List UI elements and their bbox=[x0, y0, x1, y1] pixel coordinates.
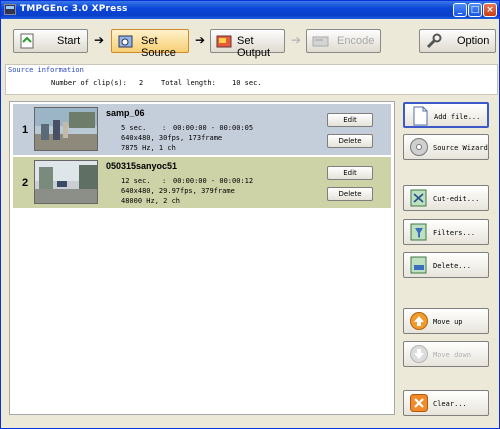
encode-step-label: Encode bbox=[337, 35, 375, 47]
clip-range: 00:00:00 - 00:00:05 bbox=[173, 124, 254, 132]
move-down-button[interactable]: Move down bbox=[403, 341, 489, 367]
arrow-up-icon bbox=[410, 312, 428, 330]
delete-file-label: Delete... bbox=[433, 262, 471, 270]
clip-duration: 12 sec. bbox=[121, 177, 151, 185]
filters-label: Filters... bbox=[433, 229, 476, 237]
set-source-step-button[interactable]: Set Source bbox=[111, 29, 189, 59]
source-information-group: Source information Number of clip(s): 2 … bbox=[5, 64, 498, 95]
clip-index: 1 bbox=[22, 124, 29, 136]
clip-thumbnail bbox=[34, 160, 98, 204]
cut-edit-icon bbox=[410, 189, 427, 207]
delete-button[interactable]: Delete bbox=[327, 187, 373, 201]
encode-icon bbox=[312, 36, 329, 47]
clip-separator: : bbox=[162, 124, 167, 132]
wrench-icon bbox=[426, 33, 442, 49]
delete-file-button[interactable]: Delete... bbox=[403, 252, 489, 278]
clip-thumbnail bbox=[34, 107, 98, 151]
clip-list[interactable]: 1 samp_06 5 sec. : 00:00:00 - 00:00:05 6… bbox=[9, 101, 395, 415]
arrow-icon: ➔ bbox=[291, 33, 302, 47]
clip-count-label: Number of clip(s): bbox=[51, 79, 127, 87]
edit-button[interactable]: Edit bbox=[327, 166, 373, 180]
add-file-label: Add file... bbox=[434, 113, 481, 121]
window-title: TMPGEnc 3.0 XPress bbox=[20, 4, 128, 14]
total-length-label: Total length: bbox=[161, 79, 216, 87]
close-button[interactable]: × bbox=[483, 3, 497, 17]
document-icon bbox=[20, 33, 34, 49]
clip-audio-info: 7875 Hz, 1 ch bbox=[121, 144, 176, 152]
output-icon bbox=[216, 35, 232, 48]
filters-button[interactable]: Filters... bbox=[403, 219, 489, 245]
clip-video-info: 640x480, 30fps, 173frame bbox=[121, 134, 223, 142]
arrow-icon: ➔ bbox=[94, 33, 105, 47]
clip-duration: 5 sec. bbox=[121, 124, 147, 132]
app-window: TMPGEnc 3.0 XPress _ □ × Start ➔ Set Sou… bbox=[0, 0, 500, 429]
add-file-button[interactable]: Add file... bbox=[403, 102, 489, 128]
clip-index: 2 bbox=[22, 177, 29, 189]
clip-audio-info: 48000 Hz, 2 ch bbox=[121, 197, 181, 205]
edit-button[interactable]: Edit bbox=[327, 113, 373, 127]
move-up-button[interactable]: Move up bbox=[403, 308, 489, 334]
disc-icon bbox=[410, 138, 428, 156]
total-length-value: 10 sec. bbox=[232, 79, 262, 87]
move-down-label: Move down bbox=[433, 351, 471, 359]
minimize-button[interactable]: _ bbox=[453, 3, 467, 17]
encode-step-button[interactable]: Encode bbox=[306, 29, 381, 53]
source-wizard-label: Source Wizard bbox=[433, 144, 488, 152]
app-icon bbox=[4, 4, 16, 15]
delete-button[interactable]: Delete bbox=[327, 134, 373, 148]
clear-button[interactable]: Clear... bbox=[403, 390, 489, 416]
clip-range: 00:00:00 - 00:00:12 bbox=[173, 177, 254, 185]
arrow-icon: ➔ bbox=[195, 33, 206, 47]
option-label: Option bbox=[457, 35, 490, 47]
maximize-button[interactable]: □ bbox=[468, 3, 482, 17]
clear-label: Clear... bbox=[433, 400, 467, 408]
option-button[interactable]: Option bbox=[419, 29, 496, 53]
clip-video-info: 640x480, 29.97fps, 379frame bbox=[121, 187, 235, 195]
clip-name: 050315sanyoc51 bbox=[106, 161, 178, 171]
source-information-title: Source information bbox=[8, 66, 84, 74]
source-icon bbox=[118, 35, 133, 48]
clip-name: samp_06 bbox=[106, 108, 145, 118]
clip-separator: : bbox=[162, 177, 167, 185]
clip-count-value: 2 bbox=[139, 79, 144, 87]
set-source-step-label: Set Source bbox=[141, 35, 176, 59]
start-step-label: Start bbox=[57, 35, 81, 47]
start-step-button[interactable]: Start bbox=[13, 29, 88, 53]
arrow-down-icon bbox=[410, 345, 428, 363]
set-output-step-button[interactable]: Set Output bbox=[210, 29, 285, 59]
filters-icon bbox=[410, 223, 427, 241]
delete-file-icon bbox=[410, 256, 427, 274]
list-item[interactable]: 1 samp_06 5 sec. : 00:00:00 - 00:00:05 6… bbox=[13, 104, 391, 155]
source-wizard-button[interactable]: Source Wizard bbox=[403, 134, 489, 160]
add-file-icon bbox=[413, 106, 428, 126]
title-bar[interactable]: TMPGEnc 3.0 XPress _ □ × bbox=[1, 1, 499, 19]
list-item[interactable]: 2 050315sanyoc51 12 sec. : 00:00:00 - 00… bbox=[13, 157, 391, 208]
set-output-step-label: Set Output bbox=[237, 35, 271, 59]
clear-icon bbox=[410, 394, 428, 412]
cut-edit-button[interactable]: Cut-edit... bbox=[403, 185, 489, 211]
move-up-label: Move up bbox=[433, 318, 463, 326]
cut-edit-label: Cut-edit... bbox=[433, 195, 480, 203]
